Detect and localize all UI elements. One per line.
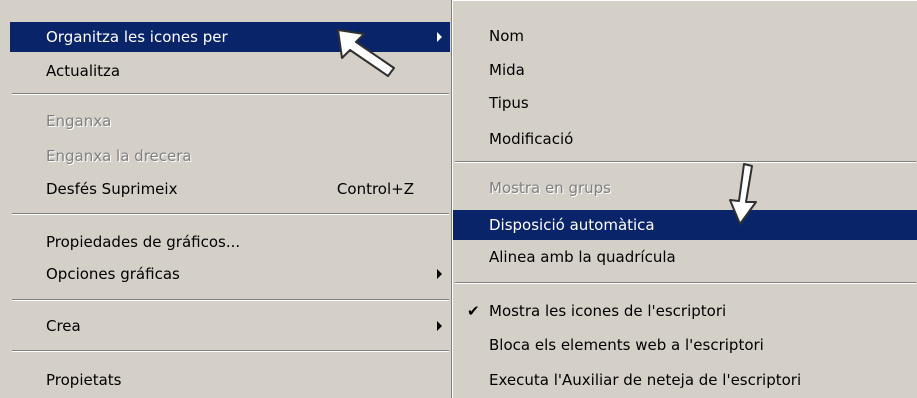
menu-item-label: Mida — [489, 61, 525, 79]
menu-item-label: Executa l'Auxiliar de neteja de l'escrip… — [489, 371, 802, 389]
menu-item-align-to-grid[interactable]: Alinea amb la quadrícula — [453, 242, 917, 272]
menu-item-label: Propiedades de gráficos... — [46, 233, 241, 251]
menu-item-show-in-groups[interactable]: Mostra en grups — [453, 173, 917, 203]
menu-separator — [12, 93, 449, 95]
menu-item-label: Propietats — [46, 371, 122, 389]
menu-item-label: Disposició automàtica — [489, 216, 655, 234]
menu-item-size[interactable]: Mida — [453, 55, 917, 85]
menu-item-desktop-cleanup-wizard[interactable]: Executa l'Auxiliar de neteja de l'escrip… — [453, 365, 917, 395]
menu-item-properties[interactable]: Propietats — [10, 365, 450, 395]
submenu-arrow-icon — [437, 32, 442, 42]
menu-separator — [12, 213, 449, 215]
menu-item-undo-delete[interactable]: Desfés Suprimeix Control+Z — [10, 174, 450, 204]
menu-item-name[interactable]: Nom — [453, 21, 917, 51]
menu-item-auto-arrange[interactable]: Disposició automàtica — [453, 210, 917, 240]
menu-item-label: Alinea amb la quadrícula — [489, 248, 676, 266]
menu-separator — [12, 299, 449, 301]
submenu-arrow-icon — [437, 321, 442, 331]
menu-item-label: Enganxa la drecera — [46, 147, 192, 165]
checkmark-icon: ✔ — [467, 302, 480, 320]
menu-item-paste-shortcut[interactable]: Enganxa la drecera — [10, 141, 450, 171]
menu-item-type[interactable]: Tipus — [453, 88, 917, 118]
menu-item-label: Organitza les icones per — [46, 28, 228, 46]
menu-item-label: Bloca els elements web a l'escriptori — [489, 336, 764, 354]
menu-item-label: Mostra les icones de l'escriptori — [489, 302, 727, 320]
annotation-arrow-icon — [337, 29, 395, 77]
menu-item-label: Tipus — [489, 94, 529, 112]
menu-separator — [455, 161, 916, 163]
menu-item-label: Enganxa — [46, 112, 112, 130]
annotation-arrow-icon — [729, 163, 757, 225]
menu-item-label: Modificació — [489, 130, 574, 148]
menu-item-label: Opciones gráficas — [46, 265, 180, 283]
menu-item-label: Actualitza — [46, 62, 121, 80]
menu-item-show-desktop-icons[interactable]: ✔ Mostra les icones de l'escriptori — [453, 296, 917, 326]
menu-separator — [455, 282, 916, 284]
submenu-arrange-icons: Nom Mida Tipus Modificació Mostra en gru… — [452, 0, 917, 398]
menu-item-label: Desfés Suprimeix — [46, 180, 178, 198]
submenu-arrow-icon — [437, 269, 442, 279]
menu-separator — [12, 350, 449, 352]
menu-item-graphics-options[interactable]: Opciones gráficas — [10, 259, 450, 289]
menu-item-label: Mostra en grups — [489, 179, 611, 197]
menu-item-graphics-properties[interactable]: Propiedades de gráficos... — [10, 227, 450, 257]
menu-item-paste[interactable]: Enganxa — [10, 106, 450, 136]
menu-item-label: Nom — [489, 27, 525, 45]
menu-item-lock-web-items[interactable]: Bloca els elements web a l'escriptori — [453, 330, 917, 360]
menu-item-label: Crea — [46, 317, 81, 335]
menu-item-new[interactable]: Crea — [10, 311, 450, 341]
menu-item-shortcut: Control+Z — [336, 180, 414, 198]
menu-item-modified[interactable]: Modificació — [453, 124, 917, 154]
